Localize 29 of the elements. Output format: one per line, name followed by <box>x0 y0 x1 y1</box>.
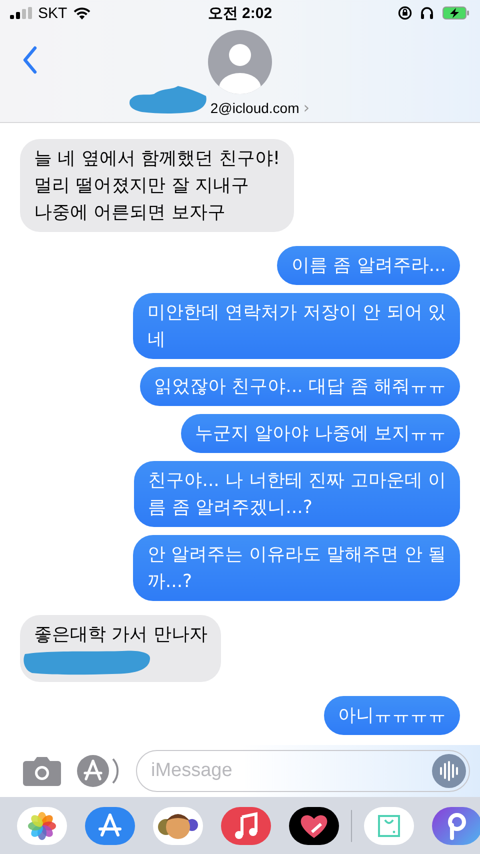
heart-app-icon[interactable] <box>289 806 339 844</box>
message-input-field[interactable]: iMessage <box>136 750 470 792</box>
app-store-app-icon[interactable] <box>85 806 135 844</box>
photos-app-icon[interactable] <box>17 806 67 844</box>
received-message: 좋은대학 가서 만나자 <box>20 615 222 682</box>
music-app-icon[interactable] <box>221 806 271 844</box>
picsart-app-icon[interactable] <box>432 806 480 844</box>
sent-message: 이름 좀 알려주라... <box>277 246 460 285</box>
sent-message: 미안한데 연락처가 저장이 안 되어 있 네 <box>133 293 460 359</box>
sent-message: 읽었잖아 친구야... 대답 좀 해줘ㅠㅠ <box>140 367 460 406</box>
sent-message: 누군지 알아야 나중에 보지ㅠㅠ <box>180 414 460 453</box>
wifi-icon <box>73 6 92 20</box>
back-icon[interactable] <box>22 46 38 74</box>
avatar-sticker-icon[interactable] <box>153 806 203 844</box>
received-message: 늘 네 옆에서 함께했던 친구야! 멀리 떨어졌지만 잘 지내구 나중에 어른되면 보자구 <box>20 139 294 232</box>
sent-message: 아니ㅠㅠㅠㅠ <box>324 696 460 735</box>
carrier-name: SKT <box>38 4 68 22</box>
headphones-icon <box>420 6 434 20</box>
sent-message: 친구야... 나 너한테 진짜 고마운데 이 름 좀 알려주겠니...? <box>134 461 460 527</box>
battery-charging-icon <box>442 6 470 20</box>
audio-wave-icon[interactable] <box>432 754 466 788</box>
status-time: 오전 2:02 <box>208 4 272 22</box>
contact-address[interactable]: 2@icloud.com <box>210 100 300 116</box>
camera-icon[interactable] <box>22 755 62 787</box>
shopping-bag-icon[interactable] <box>364 806 414 844</box>
sent-message: 안 알려주는 이유라도 말해주면 안 될 까...? <box>133 535 460 601</box>
rotation-lock-icon <box>398 6 412 20</box>
signal-icon <box>10 7 32 19</box>
avatar-icon <box>208 30 272 94</box>
